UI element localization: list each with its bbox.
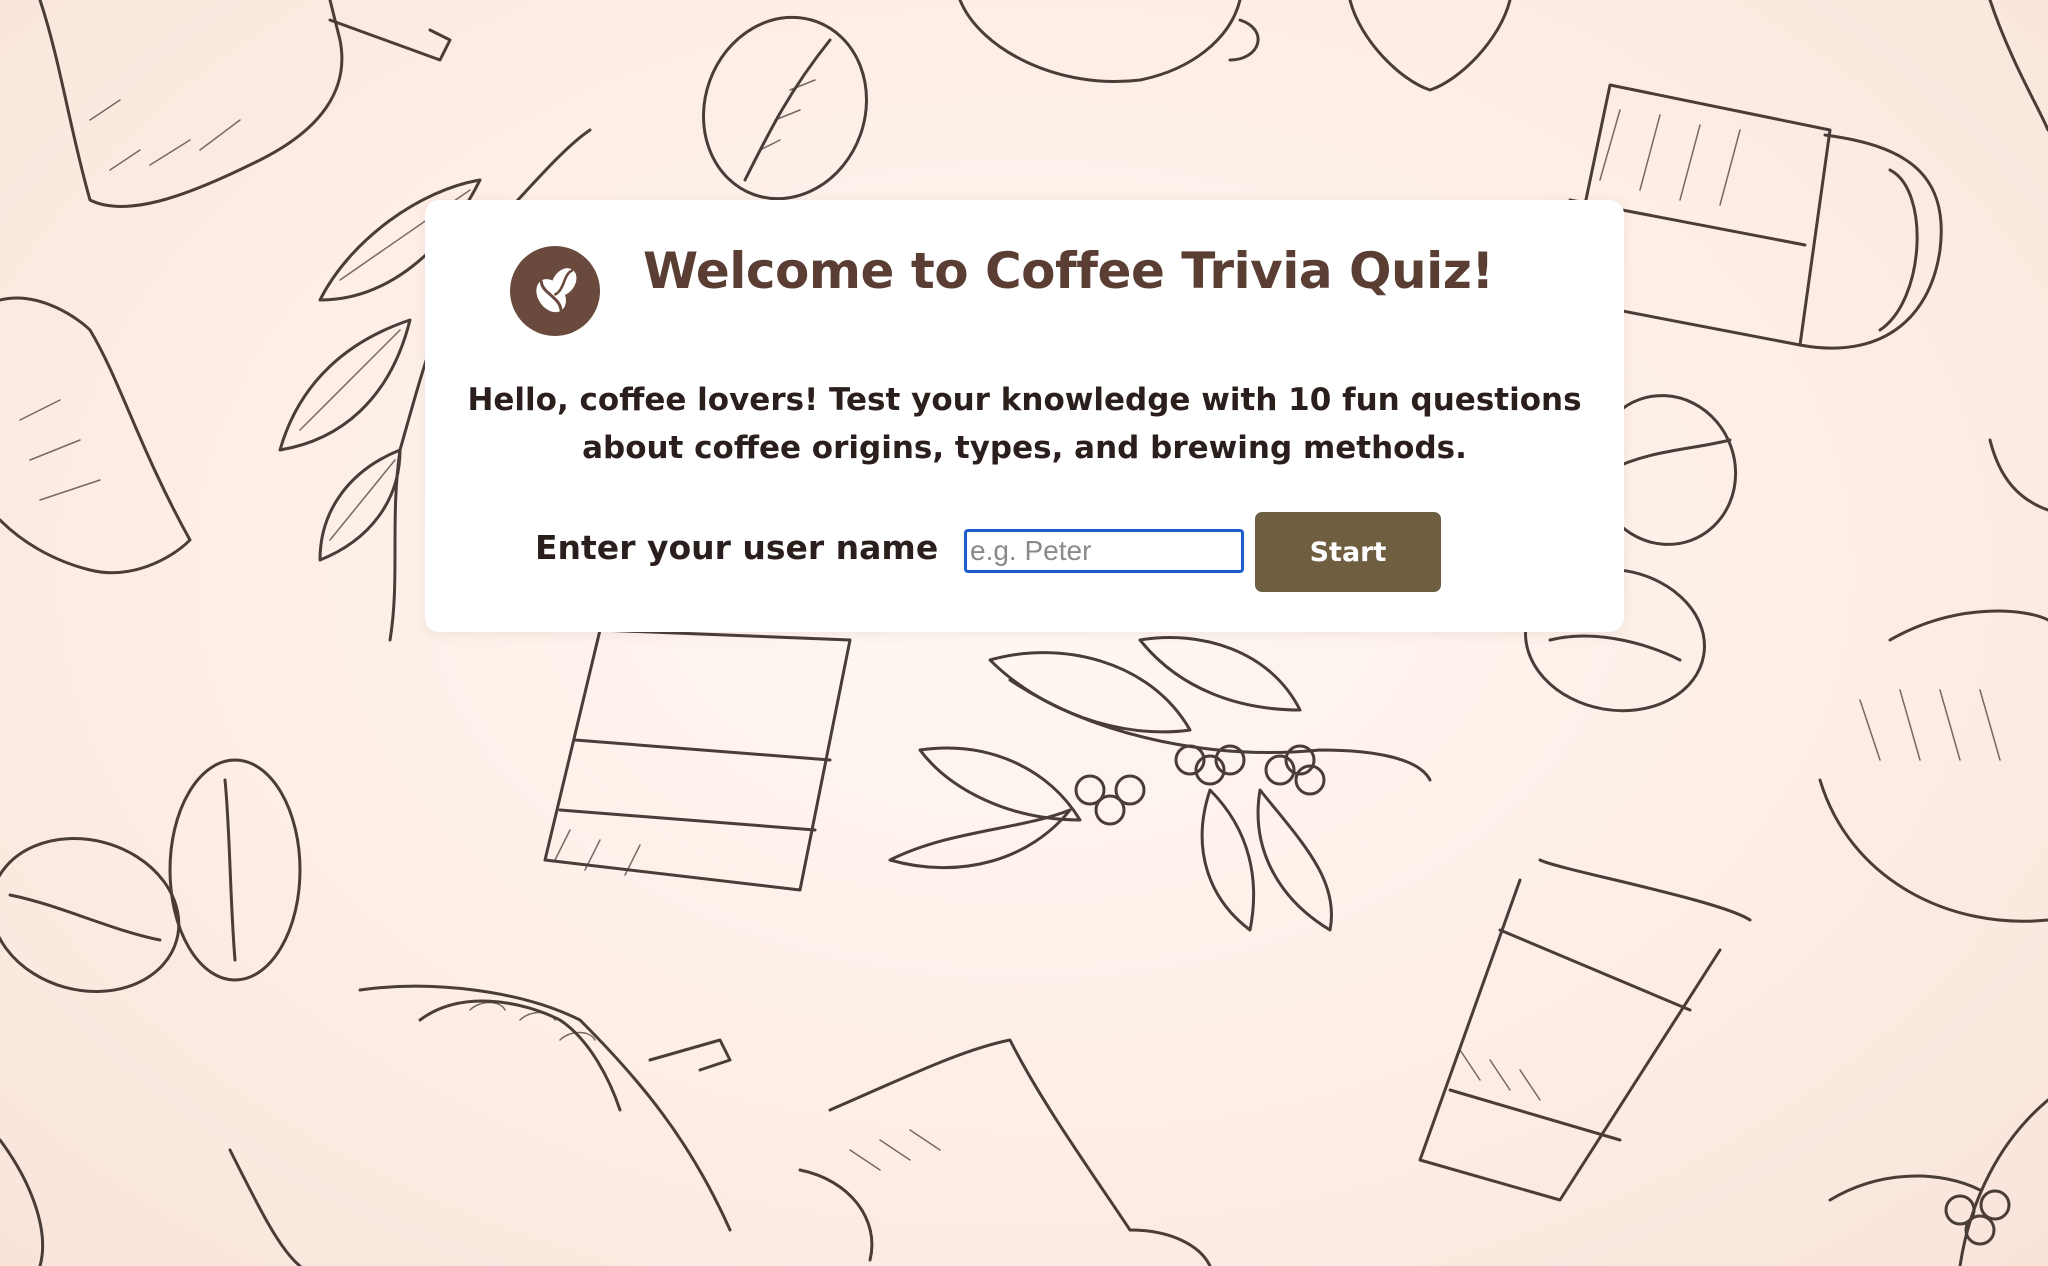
- page-title: Welcome to Coffee Trivia Quiz!: [643, 242, 1494, 300]
- coffee-bean-icon: [0, 836, 181, 994]
- logo: [510, 246, 600, 336]
- coffee-sack-icon: [38, 0, 452, 208]
- coffee-sack-icon: [228, 984, 732, 1266]
- coffee-bean-icon: [702, 15, 868, 201]
- welcome-card: Welcome to Coffee Trivia Quiz! Hello, co…: [425, 200, 1624, 632]
- coffee-cup-icon: [1348, 0, 1512, 92]
- pour-over-icon: [798, 1038, 1212, 1266]
- coffee-cup-icon: [1418, 858, 1752, 1202]
- coffee-branch-icon: [1828, 1098, 2048, 1266]
- coffee-illustration-background: [0, 0, 2048, 1266]
- username-input[interactable]: [964, 529, 1244, 573]
- coffee-bean-icon: [168, 758, 302, 982]
- coffee-sack-icon: [0, 296, 192, 575]
- coffee-beans-icon: [536, 268, 577, 313]
- coffee-pot-icon: [1818, 0, 2048, 923]
- coffee-cup-icon: [543, 628, 852, 892]
- intro-text: Hello, coffee lovers! Test your knowledg…: [467, 382, 1582, 466]
- coffee-branch-icon: [888, 636, 1432, 932]
- coffee-branch-icon: [0, 1138, 45, 1266]
- coffee-pot-icon: [958, 0, 1260, 83]
- start-button[interactable]: Start: [1255, 512, 1441, 592]
